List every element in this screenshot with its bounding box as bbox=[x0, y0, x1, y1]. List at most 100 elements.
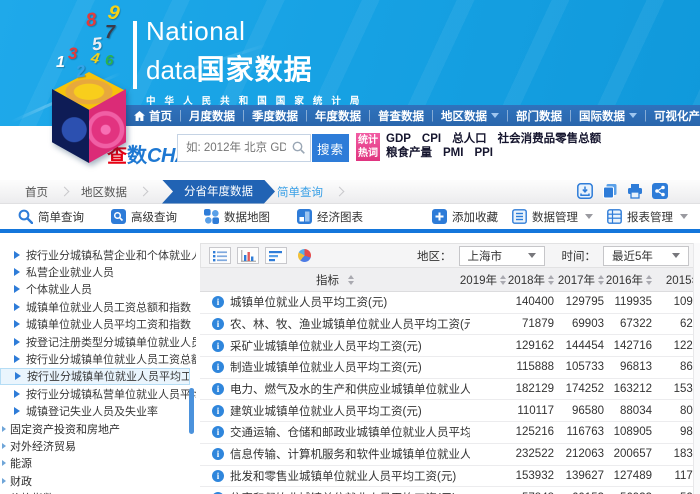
indicator-cell: i信息传输、计算机服务和软件业城镇单位就业人员平均工资(元) bbox=[200, 446, 470, 462]
tree-arrow-icon bbox=[2, 426, 6, 432]
download-icon bbox=[577, 183, 593, 199]
sidebar-item-7[interactable]: 按行业分城镇单位就业人员工资总额 bbox=[0, 350, 196, 367]
nav-item-7[interactable]: 部门数据 bbox=[516, 108, 562, 124]
sidebar-item-13[interactable]: 能源 bbox=[0, 455, 196, 472]
sidebar-item-12[interactable]: 对外经济贸易 bbox=[0, 437, 196, 454]
sidebar-item-9[interactable]: 按行业分城镇私营单位就业人员平均工资 bbox=[0, 385, 196, 402]
view-toggle-pie-chart[interactable] bbox=[293, 247, 315, 264]
hot-word[interactable]: GDP bbox=[386, 132, 411, 146]
breadcrumb-item-1[interactable]: 首页 bbox=[25, 184, 48, 200]
breadcrumb-item-3[interactable]: 分省年度数据 bbox=[162, 180, 275, 204]
tool-chart[interactable]: 经济图表 bbox=[297, 209, 363, 225]
search-input[interactable] bbox=[177, 134, 311, 162]
nav-item-8[interactable]: 国际数据 bbox=[579, 108, 637, 124]
value-cell: 115888 bbox=[506, 361, 554, 373]
sidebar-item-10[interactable]: 城镇登记失业人员及失业率 bbox=[0, 403, 196, 420]
table-header-row: 指标2019年2018年2017年2016年2015年 bbox=[200, 268, 700, 292]
sidebar-item-label: 固定资产投资和房地产 bbox=[10, 421, 120, 437]
value-cell: 182129 bbox=[506, 383, 554, 395]
query-controls: 地区： 上海市 时间： 最近5年 bbox=[417, 246, 689, 266]
tree-arrow-icon bbox=[14, 251, 20, 259]
sidebar-item-4[interactable]: 城镇单位就业人员工资总额和指数 bbox=[0, 298, 196, 315]
breadcrumb-item-2[interactable]: 地区数据 bbox=[81, 184, 127, 200]
view-toggle-list[interactable] bbox=[209, 247, 231, 264]
info-icon[interactable]: i bbox=[212, 340, 224, 352]
hot-word[interactable]: PPI bbox=[474, 146, 493, 160]
nav-item-1[interactable]: 首页 bbox=[134, 108, 172, 124]
sidebar-scrollbar-thumb[interactable] bbox=[189, 388, 194, 434]
value-cell: 110117 bbox=[506, 405, 554, 417]
hot-word[interactable]: 社会消费品零售总额 bbox=[498, 132, 602, 146]
info-icon[interactable]: i bbox=[212, 296, 224, 308]
nav-item-2[interactable]: 月度数据 bbox=[189, 108, 235, 124]
hot-word[interactable]: CPI bbox=[422, 132, 441, 146]
info-icon[interactable]: i bbox=[212, 448, 224, 460]
info-icon[interactable]: i bbox=[212, 318, 224, 330]
indicator-label: 批发和零售业城镇单位就业人员平均工资(元) bbox=[230, 468, 456, 484]
region-select[interactable]: 上海市 bbox=[459, 246, 545, 266]
tool-map[interactable]: 数据地图 bbox=[204, 209, 270, 225]
value-cell: 71879 bbox=[506, 318, 554, 330]
tree-arrow-icon bbox=[14, 268, 20, 276]
nav-item-6[interactable]: 地区数据 bbox=[441, 108, 499, 124]
indicator-cell: i农、林、牧、渔业城镇单位就业人员平均工资(元) bbox=[200, 316, 470, 332]
value-cell: 212063 bbox=[554, 448, 604, 460]
nav-item-3[interactable]: 季度数据 bbox=[252, 108, 298, 124]
nav-item-label: 国际数据 bbox=[579, 108, 625, 124]
hot-word[interactable]: 粮食产量 bbox=[386, 146, 432, 160]
info-icon[interactable]: i bbox=[212, 470, 224, 482]
value-cell: 119935 bbox=[604, 296, 652, 308]
sidebar-item-1[interactable]: 按行业分城镇私营企业和个体就业人员 bbox=[0, 246, 196, 263]
tool-report-manage[interactable]: 报表管理 bbox=[607, 209, 688, 225]
hot-words-badge: 统计热词 bbox=[356, 133, 380, 161]
info-icon[interactable]: i bbox=[212, 426, 224, 438]
nav-item-label: 普查数据 bbox=[378, 108, 424, 124]
copy-button[interactable] bbox=[602, 183, 618, 204]
search-button[interactable]: 搜索 bbox=[312, 134, 349, 162]
table-row: i电力、燃气及水的生产和供应业城镇单位就业人员平均工资(元)1821291742… bbox=[200, 379, 700, 401]
hot-words: GDP CPI 总人口社会消费品零售总额 粮食产量 PMI PPI bbox=[386, 132, 696, 160]
tool-plus[interactable]: 添加收藏 bbox=[432, 209, 498, 225]
tool-adv-search[interactable]: 高级查询 bbox=[111, 209, 177, 225]
info-icon[interactable]: i bbox=[212, 361, 224, 373]
nav-item-5[interactable]: 普查数据 bbox=[378, 108, 424, 124]
year-column-header: 2019年 bbox=[470, 272, 506, 288]
report-manage-icon bbox=[607, 209, 622, 224]
tool-label: 添加收藏 bbox=[452, 209, 498, 225]
print-button[interactable] bbox=[627, 183, 643, 204]
sidebar-item-14[interactable]: 财政 bbox=[0, 472, 196, 489]
sidebar-item-15[interactable]: 价格指数 bbox=[0, 489, 196, 494]
nav-item-9[interactable]: 可视化产品 bbox=[654, 108, 700, 124]
chevron-down-icon bbox=[629, 113, 637, 118]
indicator-cell: i电力、燃气及水的生产和供应业城镇单位就业人员平均工资(元) bbox=[200, 381, 470, 397]
site-logo: National data国家数据 中 华 人 民 共 和 国 国 家 统 计 … bbox=[146, 16, 363, 119]
time-select[interactable]: 最近5年 bbox=[603, 246, 689, 266]
indicator-tree-sidebar: 按行业分城镇私营企业和个体就业人员私营企业就业人员个体就业人员城镇单位就业人员工… bbox=[0, 233, 196, 494]
sidebar-item-5[interactable]: 城镇单位就业人员平均工资和指数 bbox=[0, 316, 196, 333]
tool-magnifier[interactable]: 简单查询 bbox=[18, 209, 84, 225]
share-button[interactable] bbox=[652, 183, 668, 204]
value-cell: 108905 bbox=[604, 426, 652, 438]
view-toggle-bar-chart[interactable] bbox=[237, 247, 259, 264]
nav-item-4[interactable]: 年度数据 bbox=[315, 108, 361, 124]
info-icon[interactable]: i bbox=[212, 405, 224, 417]
value-cell: 127489 bbox=[604, 470, 652, 482]
sidebar-item-label: 按登记注册类型分城镇单位就业人员平均工资 bbox=[26, 334, 196, 350]
breadcrumb-item-4[interactable]: 简单查询 bbox=[277, 184, 323, 200]
chevron-down-icon bbox=[528, 253, 536, 258]
view-toggle-hbar-chart[interactable] bbox=[265, 247, 287, 264]
sidebar-item-2[interactable]: 私营企业就业人员 bbox=[0, 263, 196, 280]
hot-word[interactable]: PMI bbox=[443, 146, 463, 160]
nav-separator: | bbox=[644, 110, 647, 122]
sort-icon[interactable] bbox=[348, 275, 354, 285]
sidebar-item-11[interactable]: 固定资产投资和房地产 bbox=[0, 420, 196, 437]
tool-data-manage[interactable]: 数据管理 bbox=[512, 209, 593, 225]
hot-word[interactable]: 总人口 bbox=[452, 132, 487, 146]
logo-number: 3 bbox=[68, 44, 77, 64]
download-button[interactable] bbox=[577, 183, 593, 204]
indicator-label: 住宿和餐饮业城镇单位就业人员平均工资(元) bbox=[230, 490, 456, 494]
sidebar-item-3[interactable]: 个体就业人员 bbox=[0, 281, 196, 298]
sidebar-item-8-selected[interactable]: 按行业分城镇单位就业人员平均工资 bbox=[0, 368, 190, 385]
info-icon[interactable]: i bbox=[212, 383, 224, 395]
sidebar-item-6[interactable]: 按登记注册类型分城镇单位就业人员平均工资 bbox=[0, 333, 196, 350]
